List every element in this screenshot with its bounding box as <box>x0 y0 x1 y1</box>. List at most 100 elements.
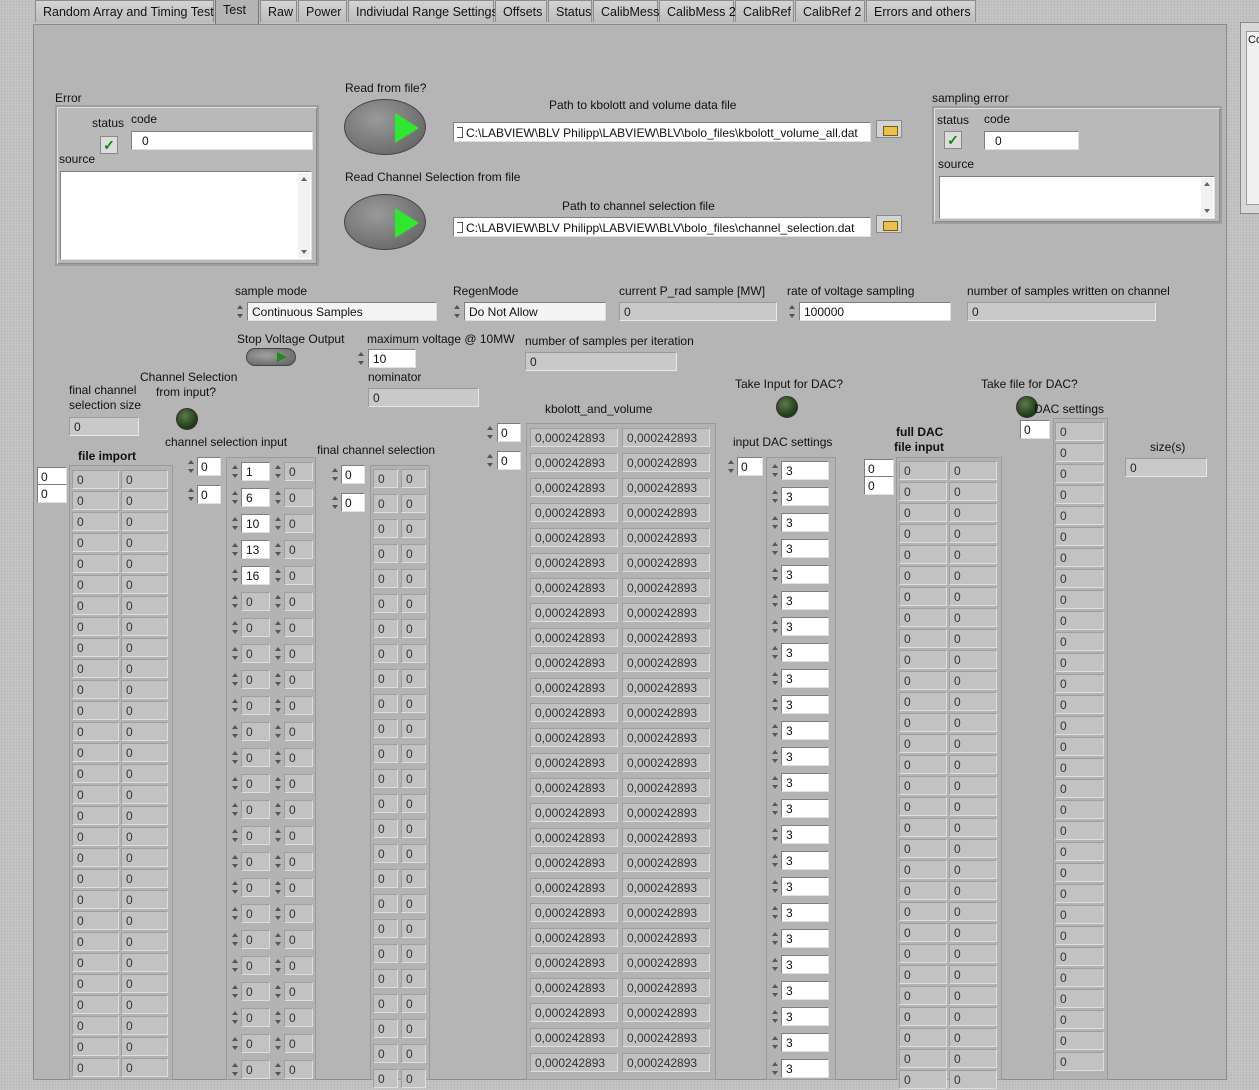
channel-sel-cell[interactable]: 0 <box>241 878 270 897</box>
channel-selection-browse-folder-icon[interactable] <box>876 215 902 233</box>
channel-sel-cell[interactable]: 0 <box>241 1034 270 1053</box>
tab-raw[interactable]: Raw <box>260 0 297 22</box>
input-dac-cell[interactable]: 3 <box>781 929 829 948</box>
channel-sel-cell[interactable]: 0 <box>284 488 313 507</box>
input-dac-cell[interactable]: 3 <box>781 461 829 480</box>
input-dac-cell[interactable]: 3 <box>781 669 829 688</box>
read-from-file-button[interactable] <box>344 99 426 155</box>
read-channel-selection-button[interactable] <box>344 194 426 250</box>
tab-random-array-and-timing-test[interactable]: Random Array and Timing Test <box>35 0 214 22</box>
channel-sel-cell[interactable]: 0 <box>241 852 270 871</box>
input-dac-cell[interactable]: 3 <box>781 1033 829 1052</box>
error-code-field[interactable]: 0 <box>131 131 313 150</box>
channel-sel-cell-spinner[interactable] <box>273 982 283 1001</box>
channel-sel-cell-spinner[interactable] <box>230 540 240 559</box>
channel-sel-cell[interactable]: 0 <box>284 878 313 897</box>
take-input-dac-led[interactable] <box>776 396 798 418</box>
channel-sel-cell[interactable]: 0 <box>284 748 313 767</box>
channel-sel-cell-spinner[interactable] <box>230 1034 240 1053</box>
input-dac-cell-spinner[interactable] <box>770 695 780 714</box>
channel-sel-cell-spinner[interactable] <box>230 696 240 715</box>
channel-sel-cell[interactable]: 0 <box>284 800 313 819</box>
channel-sel-cell[interactable]: 0 <box>284 956 313 975</box>
channel-sel-cell-spinner[interactable] <box>273 540 283 559</box>
input-dac-cell[interactable]: 3 <box>781 877 829 896</box>
channel-sel-cell-spinner[interactable] <box>273 826 283 845</box>
input-dac-cell-spinner[interactable] <box>770 461 780 480</box>
kbolott-index-col-spinner[interactable] <box>485 451 495 470</box>
channel-sel-cell[interactable]: 0 <box>241 670 270 689</box>
channel-sel-cell[interactable]: 0 <box>284 904 313 923</box>
channel-sel-cell[interactable]: 0 <box>284 1008 313 1027</box>
channel-sel-cell-spinner[interactable] <box>230 722 240 741</box>
channel-sel-cell-spinner[interactable] <box>273 956 283 975</box>
file-import-index-col[interactable]: 0 <box>37 484 67 503</box>
input-dac-cell-spinner[interactable] <box>770 955 780 974</box>
sampling-error-source-scrollbar[interactable] <box>1201 178 1213 217</box>
input-dac-cell[interactable]: 3 <box>781 825 829 844</box>
input-dac-cell-spinner[interactable] <box>770 643 780 662</box>
channel-sel-cell-spinner[interactable] <box>273 748 283 767</box>
input-dac-cell-spinner[interactable] <box>770 669 780 688</box>
tab-errors-and-others[interactable]: Errors and others <box>866 0 976 22</box>
channel-sel-cell-spinner[interactable] <box>230 826 240 845</box>
channel-sel-cell-spinner[interactable] <box>273 852 283 871</box>
channel-sel-cell[interactable]: 0 <box>241 1060 270 1079</box>
channel-sel-cell[interactable]: 0 <box>241 592 270 611</box>
final-sel-index-col-spinner[interactable] <box>330 493 340 512</box>
regen-mode-spinner[interactable] <box>452 302 462 321</box>
channel-sel-cell-spinner[interactable] <box>273 592 283 611</box>
input-dac-cell[interactable]: 3 <box>781 565 829 584</box>
input-dac-cell[interactable]: 3 <box>781 851 829 870</box>
channel-sel-cell-spinner[interactable] <box>230 878 240 897</box>
channel-sel-cell[interactable]: 1 <box>241 462 270 481</box>
tab-power[interactable]: Power <box>298 0 347 22</box>
channel-sel-cell[interactable]: 0 <box>284 618 313 637</box>
side-window[interactable]: Co <box>1240 22 1259 214</box>
channel-sel-cell[interactable]: 0 <box>284 826 313 845</box>
channel-sel-cell-spinner[interactable] <box>230 488 240 507</box>
channel-sel-cell-spinner[interactable] <box>230 670 240 689</box>
channel-sel-cell-spinner[interactable] <box>273 1008 283 1027</box>
channel-sel-cell-spinner[interactable] <box>273 1034 283 1053</box>
input-dac-cell-spinner[interactable] <box>770 487 780 506</box>
sample-mode-spinner[interactable] <box>235 302 245 321</box>
regen-mode-select[interactable]: Do Not Allow <box>464 302 606 321</box>
error-source-textarea[interactable] <box>60 171 312 260</box>
stop-voltage-output-toggle[interactable] <box>246 348 296 366</box>
input-dac-cell-spinner[interactable] <box>770 929 780 948</box>
input-dac-cell-spinner[interactable] <box>770 1033 780 1052</box>
channel-sel-cell-spinner[interactable] <box>273 696 283 715</box>
sampling-error-code-field[interactable]: 0 <box>984 131 1079 150</box>
input-dac-cell[interactable]: 3 <box>781 539 829 558</box>
channel-sel-cell-spinner[interactable] <box>230 1008 240 1027</box>
channel-sel-cell[interactable]: 0 <box>241 696 270 715</box>
max-voltage-field[interactable]: 10 <box>368 349 416 368</box>
channel-sel-cell[interactable]: 0 <box>241 748 270 767</box>
channel-sel-cell[interactable]: 0 <box>241 826 270 845</box>
channel-sel-cell-spinner[interactable] <box>230 904 240 923</box>
channel-sel-cell-spinner[interactable] <box>230 618 240 637</box>
rate-voltage-sampling-spinner[interactable] <box>787 302 797 321</box>
channel-sel-cell[interactable]: 0 <box>241 618 270 637</box>
input-dac-cell-spinner[interactable] <box>770 851 780 870</box>
channel-sel-cell[interactable]: 0 <box>241 644 270 663</box>
channel-sel-cell[interactable]: 0 <box>241 722 270 741</box>
channel-sel-index-col-spinner[interactable] <box>186 485 196 504</box>
max-voltage-spinner[interactable] <box>356 349 366 368</box>
tab-calibref[interactable]: CalibRef <box>735 0 794 22</box>
channel-sel-cell[interactable]: 0 <box>284 670 313 689</box>
channel-sel-cell-spinner[interactable] <box>273 670 283 689</box>
kbolott-index-col[interactable]: 0 <box>497 451 521 470</box>
kbolott-index-row[interactable]: 0 <box>497 423 521 442</box>
channel-sel-cell-spinner[interactable] <box>273 488 283 507</box>
input-dac-cell-spinner[interactable] <box>770 773 780 792</box>
input-dac-cell[interactable]: 3 <box>781 981 829 1000</box>
input-dac-cell[interactable]: 3 <box>781 1007 829 1026</box>
input-dac-cell[interactable]: 3 <box>781 643 829 662</box>
input-dac-cell[interactable]: 3 <box>781 617 829 636</box>
channel-sel-input-led[interactable] <box>176 408 198 430</box>
input-dac-cell[interactable]: 3 <box>781 903 829 922</box>
channel-sel-cell[interactable]: 6 <box>241 488 270 507</box>
channel-sel-cell[interactable]: 0 <box>284 540 313 559</box>
